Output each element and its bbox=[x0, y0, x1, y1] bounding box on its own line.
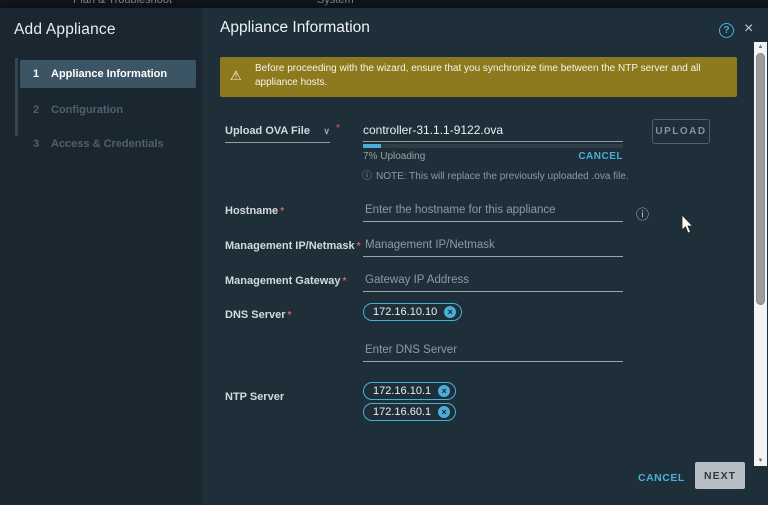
wizard-sidebar: Add Appliance 1 Appliance Information 2 … bbox=[0, 8, 202, 505]
upload-progress-fill bbox=[363, 144, 381, 148]
warning-text: Before proceeding with the wizard, ensur… bbox=[255, 62, 727, 90]
required-marker: * bbox=[336, 123, 340, 134]
nav-item-plan-troubleshoot[interactable]: Plan & Troubleshoot bbox=[73, 0, 172, 6]
ntp-server-label: NTP Server bbox=[225, 391, 284, 403]
upload-note: ⓘ NOTE: This will replace the previously … bbox=[362, 167, 629, 182]
steps-scroll-indicator bbox=[15, 58, 18, 136]
wizard-title: Add Appliance bbox=[14, 21, 116, 39]
help-icon[interactable]: ? bbox=[719, 23, 734, 38]
required-marker: * bbox=[357, 241, 361, 252]
hostname-label: Hostname* bbox=[225, 205, 284, 217]
management-gateway-label: Management Gateway* bbox=[225, 275, 346, 287]
required-marker: * bbox=[280, 206, 284, 217]
chip-value: 172.16.60.1 bbox=[373, 406, 431, 418]
scroll-down-icon[interactable]: ▼ bbox=[754, 456, 767, 466]
chip-remove-icon[interactable]: × bbox=[444, 306, 456, 318]
screen: Plan & Troubleshoot System Add Appliance… bbox=[0, 0, 768, 505]
step-number: 2 bbox=[33, 104, 41, 116]
required-marker: * bbox=[343, 276, 347, 287]
page-title: Appliance Information bbox=[220, 19, 370, 37]
next-button[interactable]: NEXT bbox=[695, 462, 745, 489]
step-number: 1 bbox=[33, 68, 41, 80]
vertical-scrollbar[interactable]: ▲ ▼ bbox=[754, 42, 767, 466]
management-ip-input[interactable] bbox=[363, 237, 623, 257]
upload-progress-bar bbox=[363, 144, 623, 148]
mouse-cursor bbox=[681, 215, 695, 235]
dns-server-chip: 172.16.10.10 × bbox=[363, 303, 462, 321]
chevron-down-icon: ∨ bbox=[323, 126, 330, 137]
management-gateway-input[interactable] bbox=[363, 272, 623, 292]
dns-server-input[interactable] bbox=[363, 342, 623, 362]
step-label: Configuration bbox=[51, 104, 123, 116]
info-icon: ⓘ bbox=[362, 171, 372, 182]
upload-cancel-link[interactable]: CANCEL bbox=[578, 151, 623, 162]
background-top-nav: Plan & Troubleshoot System bbox=[0, 0, 768, 8]
upload-type-label: Upload OVA File bbox=[225, 125, 310, 137]
warning-icon: ⚠ bbox=[230, 68, 242, 84]
ntp-warning-banner: ⚠ Before proceeding with the wizard, ens… bbox=[220, 57, 737, 97]
upload-status-text: 7% Uploading bbox=[363, 151, 425, 162]
chip-remove-icon[interactable]: × bbox=[438, 385, 450, 397]
ntp-server-chip: 172.16.60.1 × bbox=[363, 403, 456, 421]
hostname-info-icon[interactable]: ⓘ bbox=[636, 204, 649, 223]
scroll-up-icon[interactable]: ▲ bbox=[754, 42, 767, 52]
appliance-information-panel: Appliance Information ? × ⚠ Before proce… bbox=[202, 8, 768, 505]
upload-type-select[interactable]: Upload OVA File ∨ bbox=[225, 125, 330, 143]
ntp-server-chip: 172.16.10.1 × bbox=[363, 382, 456, 400]
close-icon[interactable]: × bbox=[744, 20, 753, 38]
scrollbar-thumb[interactable] bbox=[756, 53, 765, 305]
step-appliance-information[interactable]: 1 Appliance Information bbox=[20, 60, 196, 88]
add-appliance-dialog: Add Appliance 1 Appliance Information 2 … bbox=[0, 8, 768, 505]
step-configuration[interactable]: 2 Configuration bbox=[20, 98, 196, 122]
chip-remove-icon[interactable]: × bbox=[438, 406, 450, 418]
ova-filename-field[interactable]: controller-31.1.1-9122.ova bbox=[363, 123, 623, 142]
step-label: Access & Credentials bbox=[51, 138, 164, 150]
upload-status-row: 7% Uploading CANCEL bbox=[363, 151, 623, 163]
management-ip-label: Management IP/Netmask* bbox=[225, 240, 361, 252]
nav-item-system[interactable]: System bbox=[317, 0, 354, 6]
cancel-button[interactable]: CANCEL bbox=[638, 472, 685, 484]
upload-button[interactable]: UPLOAD bbox=[652, 119, 710, 144]
dns-server-label: DNS Server* bbox=[225, 309, 291, 321]
upload-note-text: NOTE: This will replace the previously u… bbox=[376, 171, 629, 182]
step-label: Appliance Information bbox=[51, 68, 167, 80]
step-number: 3 bbox=[33, 138, 41, 150]
chip-value: 172.16.10.10 bbox=[373, 306, 437, 318]
hostname-input[interactable] bbox=[363, 202, 623, 222]
step-access-credentials[interactable]: 3 Access & Credentials bbox=[20, 132, 196, 156]
chip-value: 172.16.10.1 bbox=[373, 385, 431, 397]
required-marker: * bbox=[288, 310, 292, 321]
